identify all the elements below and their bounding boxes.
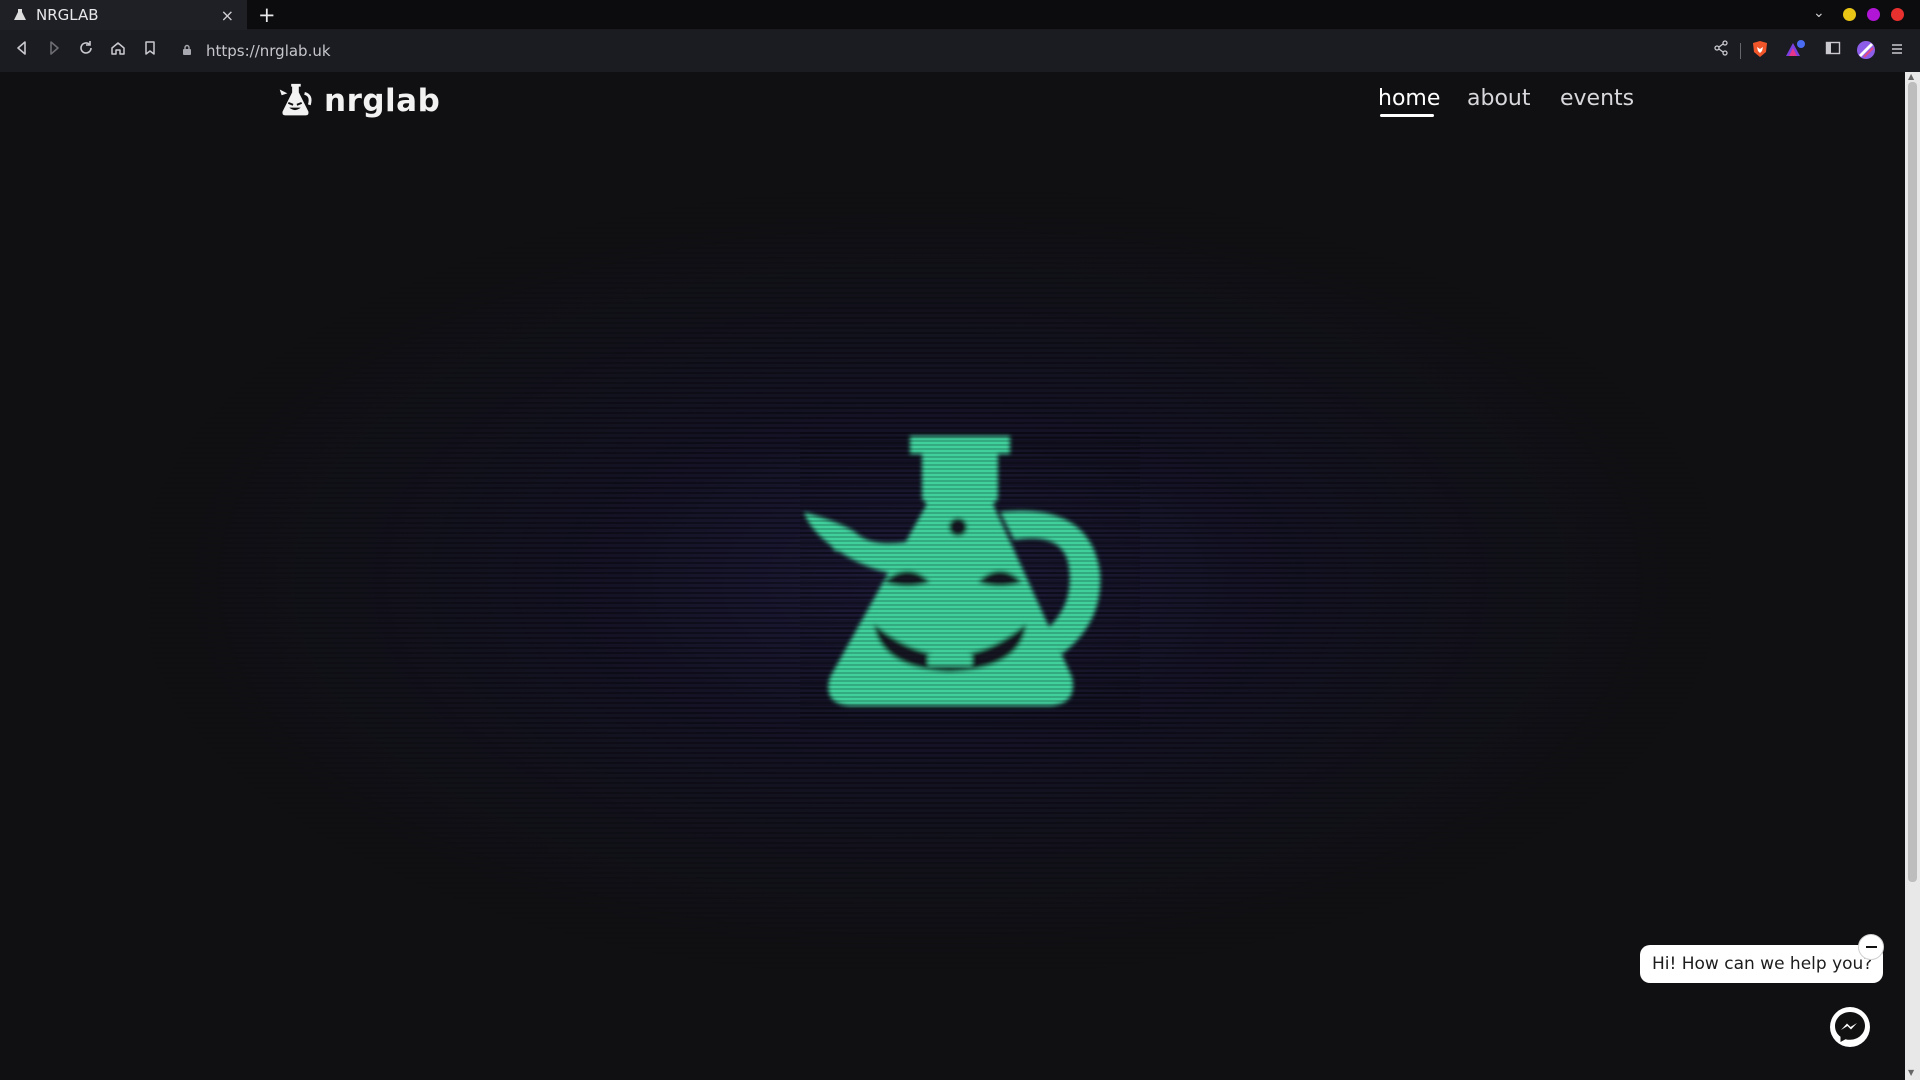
messenger-chat-button[interactable] xyxy=(1830,1007,1870,1047)
flask-logo-icon xyxy=(13,8,27,22)
sidebar-icon[interactable] xyxy=(1822,40,1844,62)
nav-events[interactable]: events xyxy=(1560,86,1634,111)
nav-active-underline xyxy=(1380,114,1434,117)
brave-shield-icon[interactable] xyxy=(1749,40,1771,62)
chat-greeting-bubble[interactable]: Hi! How can we help you? xyxy=(1640,945,1883,983)
scroll-up-arrow-icon[interactable]: ▲ xyxy=(1908,72,1914,81)
flask-logo-icon xyxy=(279,83,312,116)
lock-icon xyxy=(182,44,196,59)
tab-title: NRGLAB xyxy=(36,6,99,24)
new-tab-icon[interactable]: + xyxy=(258,3,276,27)
home-icon[interactable] xyxy=(107,40,129,62)
messenger-icon xyxy=(1835,1012,1865,1042)
chevron-down-icon[interactable]: ⌄ xyxy=(1813,5,1825,21)
flask-mascot-image xyxy=(800,432,1140,732)
forward-arrow-icon[interactable] xyxy=(43,40,65,62)
scroll-down-arrow-icon[interactable]: ▼ xyxy=(1908,1068,1914,1077)
chat-greeting-text: Hi! How can we help you? xyxy=(1652,954,1873,974)
minimize-icon xyxy=(1865,946,1877,948)
web-page: nrglab home about events Hi! How can we … xyxy=(0,72,1905,1080)
brand-name: nrglab xyxy=(324,83,441,119)
browser-tab[interactable]: NRGLAB × xyxy=(0,0,247,30)
browser-tab-bar: NRGLAB × + ⌄ xyxy=(0,0,1920,30)
close-window-dot[interactable] xyxy=(1891,8,1904,21)
bookmark-icon[interactable] xyxy=(139,40,161,62)
toolbar-divider xyxy=(1740,43,1741,59)
menu-icon[interactable] xyxy=(1886,40,1908,62)
page-scrollbar[interactable]: ▲ ▼ xyxy=(1905,72,1920,1080)
reload-icon[interactable] xyxy=(75,40,97,62)
share-icon[interactable] xyxy=(1710,40,1732,62)
maximize-window-dot[interactable] xyxy=(1867,8,1880,21)
nav-home[interactable]: home xyxy=(1378,86,1440,111)
chat-minimize-button[interactable] xyxy=(1858,934,1884,960)
back-arrow-icon[interactable] xyxy=(11,40,33,62)
scrollbar-thumb[interactable] xyxy=(1908,82,1917,882)
minimize-window-dot[interactable] xyxy=(1843,8,1856,21)
address-bar[interactable]: https://nrglab.uk xyxy=(182,39,331,63)
close-tab-icon[interactable]: × xyxy=(221,6,234,25)
nav-about[interactable]: about xyxy=(1467,86,1530,111)
url-text: https://nrglab.uk xyxy=(206,42,331,60)
browser-toolbar: https://nrglab.uk xyxy=(0,30,1920,72)
profile-icon[interactable] xyxy=(1855,40,1877,62)
site-logo[interactable]: nrglab xyxy=(274,80,440,122)
brave-rewards-icon[interactable] xyxy=(1784,40,1806,62)
